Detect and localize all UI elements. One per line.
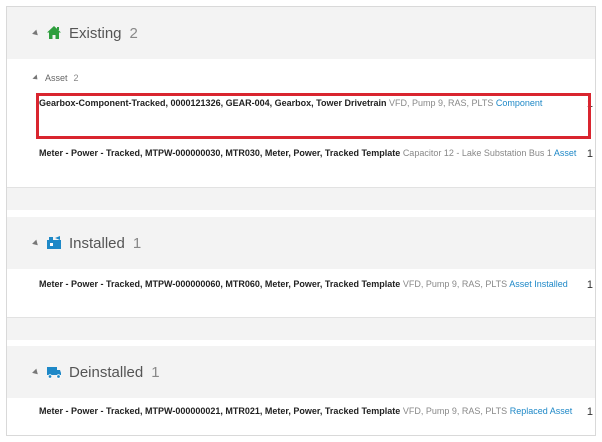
collapse-triangle-icon[interactable] <box>32 74 40 82</box>
section-gap <box>7 318 595 340</box>
item-type-link[interactable]: Asset Installed <box>509 279 568 289</box>
item-name: Meter - Power - Tracked, MTPW-000000060,… <box>39 279 401 289</box>
subgroup-title: Asset <box>45 73 68 83</box>
installed-icon <box>46 235 62 251</box>
subgroup-header-asset[interactable]: Asset 2 <box>32 73 79 83</box>
group-title: Existing <box>69 24 122 42</box>
collapse-triangle-icon[interactable] <box>32 29 40 37</box>
house-icon <box>46 25 62 41</box>
list-item[interactable]: Meter - Power - Tracked, MTPW-000000030,… <box>39 147 593 160</box>
truck-icon <box>46 364 62 380</box>
item-name: Meter - Power - Tracked, MTPW-000000030,… <box>39 148 401 158</box>
group-header-installed[interactable]: Installed 1 <box>7 217 595 269</box>
group-header-deinstalled[interactable]: Deinstalled 1 <box>7 346 595 398</box>
list-item[interactable]: Meter - Power - Tracked, MTPW-000000021,… <box>39 405 593 418</box>
collapse-triangle-icon[interactable] <box>32 368 40 376</box>
list-item[interactable]: Meter - Power - Tracked, MTPW-000000060,… <box>39 278 593 291</box>
asset-changes-panel: Existing 2 Asset 2 Gearbox-Component-Tra… <box>6 6 596 436</box>
item-quantity: 1 <box>586 148 593 160</box>
subgroup-count: 2 <box>73 73 79 83</box>
collapse-triangle-icon[interactable] <box>32 239 40 247</box>
selection-highlight <box>36 93 591 139</box>
group-title: Installed <box>69 234 125 252</box>
group-count: 2 <box>129 24 138 42</box>
item-quantity: 1 <box>586 406 593 418</box>
item-type-link[interactable]: Replaced Asset <box>510 406 573 416</box>
group-title: Deinstalled <box>69 363 144 381</box>
group-count: 1 <box>151 363 160 381</box>
group-count: 1 <box>132 234 142 252</box>
item-name: Meter - Power - Tracked, MTPW-000000021,… <box>39 406 401 416</box>
item-type-link[interactable]: Asset <box>554 148 577 158</box>
group-header-existing[interactable]: Existing 2 <box>7 7 595 59</box>
item-description: VFD, Pump 9, RAS, PLTS <box>402 406 508 416</box>
section-gap <box>7 188 595 210</box>
item-quantity: 1 <box>586 279 593 291</box>
item-description: Capacitor 12 - Lake Substation Bus 1 <box>402 148 552 158</box>
item-description: VFD, Pump 9, RAS, PLTS <box>402 279 508 289</box>
